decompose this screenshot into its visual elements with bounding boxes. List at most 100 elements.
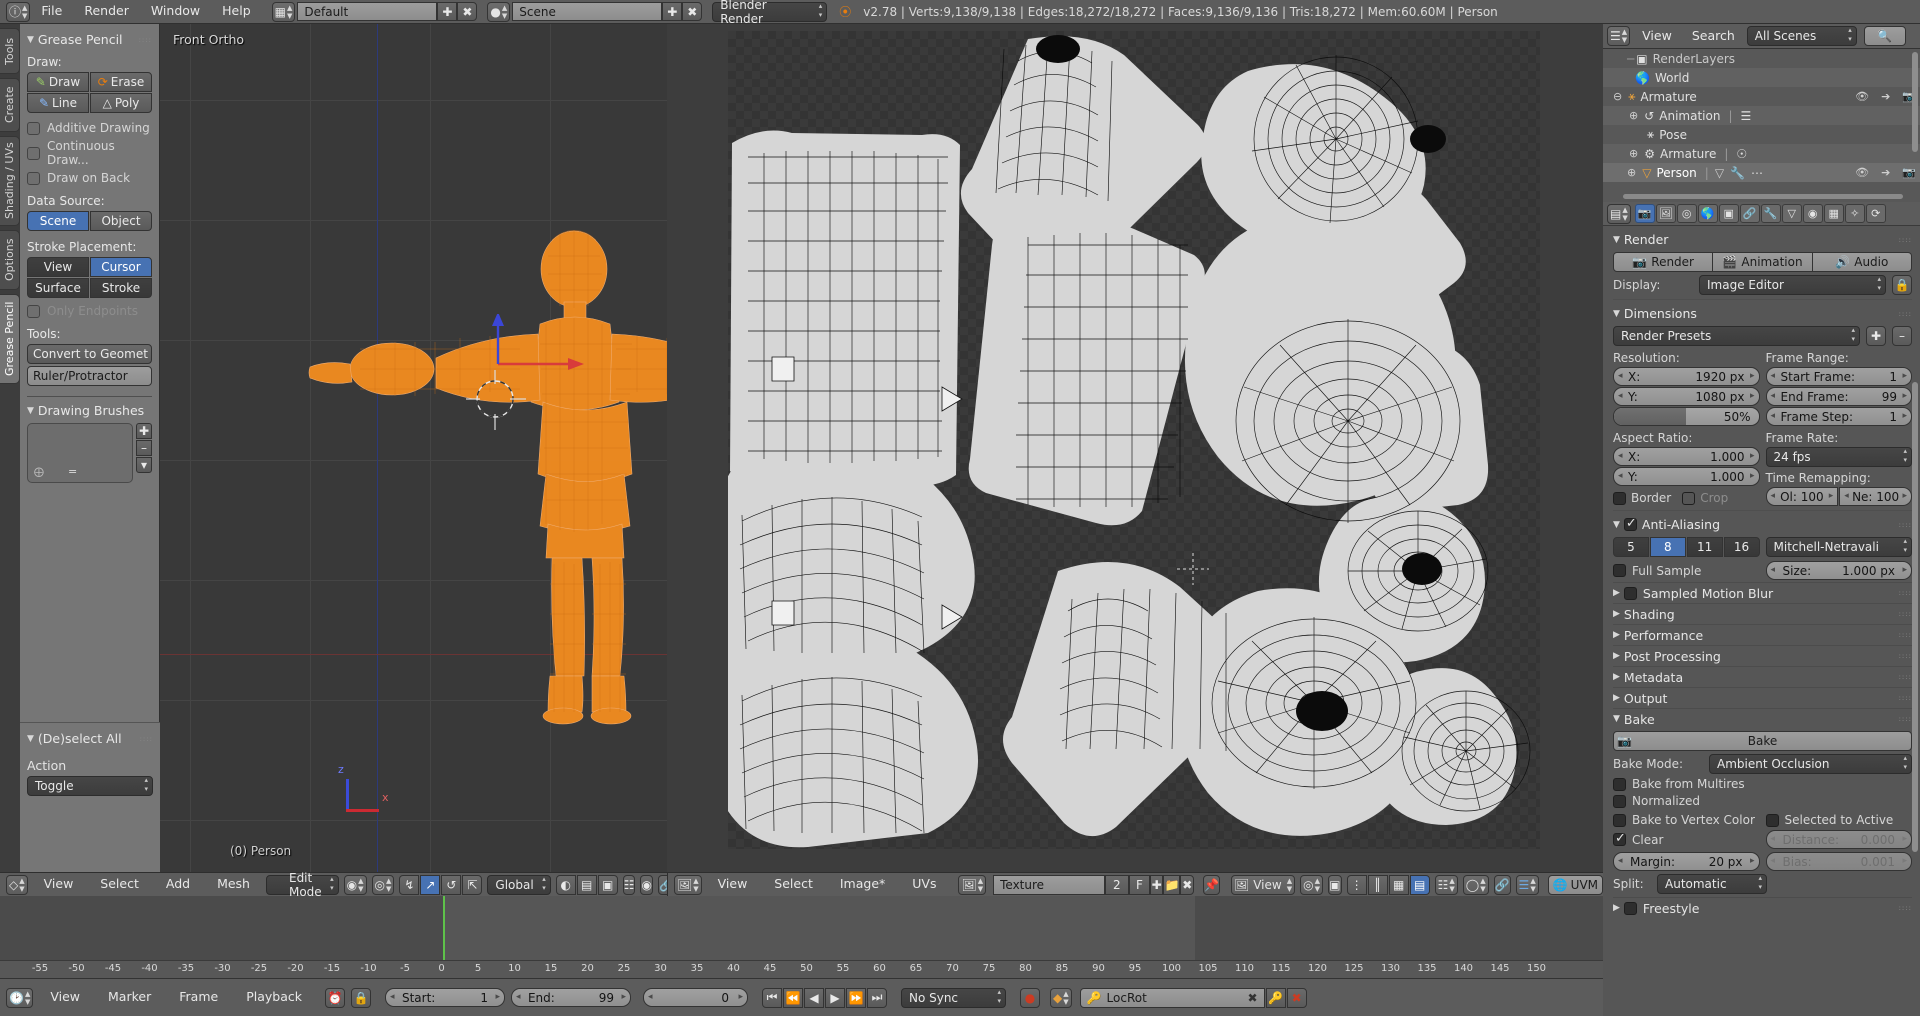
remove-preset-button[interactable]: – — [1892, 326, 1912, 346]
additive-drawing-checkbox[interactable] — [27, 121, 40, 135]
panel-sampled-motion-blur[interactable]: ▶ Sampled Motion Blur :::: — [1613, 582, 1912, 601]
outliner-filter-search[interactable]: 🔍 — [1863, 26, 1906, 46]
panel-freestyle[interactable]: ▶ Freestyle :::: — [1613, 897, 1912, 916]
camera-icon[interactable]: 📷 — [1902, 166, 1916, 179]
margin-field[interactable]: Margin: 20 px — [1613, 852, 1760, 871]
interaction-mode-select[interactable]: Edit Mode — [265, 871, 339, 899]
aa-size-field[interactable]: Size: 1.000 px — [1765, 561, 1912, 580]
start-frame-field-timeline[interactable]: Start: 1 — [384, 988, 505, 1007]
add-preset-button[interactable]: ✚ — [1866, 326, 1886, 346]
manipulator-scale[interactable]: ⇱ — [462, 874, 483, 895]
deselect-all-panel-header[interactable]: ▼ (De)select All :::: — [27, 729, 153, 748]
aspect-x-field[interactable]: X: 1.000 — [1613, 447, 1760, 466]
tab-particles[interactable]: ✧ — [1844, 204, 1865, 223]
view3d-menu-add[interactable]: Add — [155, 878, 201, 891]
keying-set-field[interactable]: 🔑 LocRot ✖ — [1079, 987, 1265, 1008]
aa-samples-16[interactable]: 16 — [1723, 537, 1760, 557]
layer-visibility-2[interactable]: ▤ — [576, 874, 597, 895]
manipulator-rotate[interactable]: ↺ — [441, 874, 462, 895]
screen-layout-type-button[interactable]: ▦ ▲ ▼ — [271, 1, 296, 22]
aa-samples-5[interactable]: 5 — [1613, 537, 1649, 557]
gp-line-button[interactable]: ✎ Line — [27, 93, 89, 113]
split-select[interactable]: Automatic — [1657, 874, 1767, 894]
panel-performance[interactable]: ▶ Performance :::: — [1613, 624, 1912, 643]
resolution-y-field[interactable]: Y: 1080 px — [1613, 387, 1760, 406]
image-name-field[interactable]: Texture — [993, 874, 1105, 895]
action-icon[interactable]: ☰ — [1741, 109, 1752, 123]
collapse-minus-icon[interactable]: ⊖ — [1613, 90, 1622, 103]
remove-brush-button[interactable]: – — [136, 440, 152, 456]
brush-specials-button[interactable]: ▾ — [136, 457, 152, 473]
add-brush-icon[interactable]: ⨁ — [34, 467, 44, 478]
time-remap-new-field[interactable]: Ne: 100 — [1839, 487, 1912, 506]
eye-icon[interactable]: 👁 — [1855, 166, 1869, 179]
uv-map-menu[interactable]: 🌐 UVM — [1547, 874, 1603, 895]
keying-set-type-button[interactable]: ◆ ▲ ▼ — [1049, 987, 1072, 1008]
uv-menu-uvs[interactable]: UVs — [901, 878, 947, 891]
resolution-x-field[interactable]: X: 1920 px — [1613, 367, 1760, 386]
mesh-data-icon[interactable]: ▽ — [1715, 166, 1724, 180]
outliner-menu-search[interactable]: Search — [1684, 29, 1743, 43]
delete-keyframe-button[interactable]: ✖ — [1286, 987, 1307, 1008]
jump-to-start-button[interactable]: ⏮ — [761, 987, 782, 1008]
uv-menu-view[interactable]: View — [707, 878, 759, 891]
properties-editor-type-button[interactable]: ▤ ▲ ▼ — [1607, 203, 1631, 224]
timeline-editor-type-button[interactable]: 🕑 ▲ ▼ — [6, 987, 34, 1008]
outliner-row-toggles[interactable]: 👁 ➔ 📷 — [1855, 90, 1916, 103]
uv-sync-selection-button[interactable]: ▣ — [1327, 874, 1342, 895]
screen-layout-name[interactable]: Default — [297, 2, 438, 21]
gp-erase-button[interactable]: ⟳ Erase — [90, 72, 152, 92]
view3d-menu-view[interactable]: View — [33, 878, 85, 891]
start-frame-field[interactable]: Start Frame: 1 — [1765, 367, 1912, 386]
full-sample-checkbox[interactable] — [1613, 564, 1626, 577]
data-source-object[interactable]: Object — [90, 211, 152, 231]
view3d-menu-select[interactable]: Select — [89, 878, 150, 891]
cursor-arrow-icon[interactable]: ➔ — [1881, 166, 1890, 179]
pin-image-button[interactable]: 📌 — [1203, 874, 1220, 895]
aa-samples-8[interactable]: 8 — [1649, 537, 1686, 557]
uv-pivot-point-button[interactable]: ◎ ▲ ▼ — [1300, 874, 1323, 895]
render-animation-button[interactable]: 🎬 Animation — [1713, 252, 1813, 272]
proportional-edit-button[interactable]: ◉ — [640, 874, 653, 895]
sampled-motion-blur-checkbox[interactable] — [1623, 586, 1637, 600]
menu-help[interactable]: Help — [211, 5, 262, 18]
grease-pencil-panel-header[interactable]: ▼ Grease Pencil :::: — [27, 30, 152, 49]
expand-plus-icon[interactable]: ⊕ — [1629, 147, 1638, 160]
add-layout-button[interactable]: ✚ — [437, 2, 458, 21]
clear-checkbox[interactable] — [1613, 831, 1626, 846]
menu-render[interactable]: Render — [73, 5, 140, 18]
uv-menu-select[interactable]: Select — [763, 878, 824, 891]
sync-mode-select[interactable]: No Sync — [900, 987, 1006, 1008]
image-users-count[interactable]: 2 — [1104, 874, 1129, 895]
lock-time-button[interactable]: 🔒 — [350, 987, 371, 1008]
transform-orientation-select[interactable]: Global — [487, 874, 551, 895]
cursor-arrow-icon[interactable]: ➔ — [1881, 90, 1890, 103]
add-scene-button[interactable]: ✚ — [662, 2, 683, 21]
outliner-vertical-scrollbar[interactable] — [1912, 52, 1918, 152]
auto-keyframe-button[interactable]: ● — [1019, 987, 1040, 1008]
stroke-placement-cursor[interactable]: Cursor — [90, 257, 152, 277]
jump-next-keyframe-button[interactable]: ⏩ — [845, 987, 866, 1008]
aa-samples-11[interactable]: 11 — [1686, 537, 1723, 557]
properties-editor[interactable]: ▤ ▲ ▼ 📷 🖼 ◎ 🌎 ▣ 🔗 🔧 ▽ ◉ ▦ ✧ ⟳ ▼ Render ::… — [1603, 202, 1920, 1016]
tab-material[interactable]: ◉ — [1802, 204, 1823, 223]
render-image-button[interactable]: 📷 Render — [1613, 252, 1714, 272]
tab-physics[interactable]: ⟳ — [1865, 204, 1886, 223]
jump-to-end-button[interactable]: ⏭ — [866, 987, 887, 1008]
stroke-placement-surface[interactable]: Surface — [27, 278, 89, 298]
tool-tab-options[interactable]: Options — [0, 230, 20, 290]
timeline-menu-playback[interactable]: Playback — [235, 991, 313, 1004]
freestyle-checkbox[interactable] — [1623, 901, 1637, 915]
pivot-point-button[interactable]: ◎ ▲ ▼ — [371, 874, 395, 895]
outliner-menu-view[interactable]: View — [1634, 29, 1680, 43]
panel-output[interactable]: ▶ Output :::: — [1613, 687, 1912, 706]
render-engine-select[interactable]: Blender Render — [712, 0, 828, 26]
scene-datablock-type-button[interactable]: ● ▲ ▼ — [487, 1, 511, 22]
vertex-group-icon[interactable]: ⋯ — [1751, 166, 1763, 180]
view3d-menu-mesh[interactable]: Mesh — [206, 878, 261, 891]
timeline-ruler[interactable]: -55 -50 -45 -40 -35 -30 -25 -20 -15 -10 -5 0 5 10 15 20… — [0, 960, 1603, 978]
tool-tab-tools[interactable]: Tools — [0, 28, 20, 74]
bake-button[interactable]: 📷 Bake — [1613, 731, 1912, 751]
add-brush-button[interactable]: ✚ — [136, 423, 152, 439]
properties-scrollbar[interactable] — [1912, 382, 1918, 852]
